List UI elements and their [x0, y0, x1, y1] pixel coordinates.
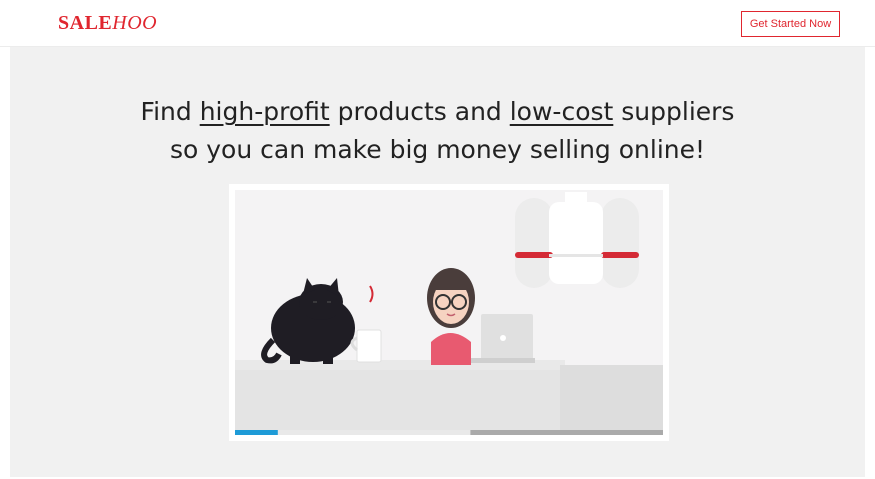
site-header: SALEHOO Get Started Now [0, 0, 875, 47]
video-frame [229, 184, 669, 441]
headline-text: products and [329, 97, 510, 126]
girl-illustration [427, 268, 475, 365]
hero-headline: Find high-profit products and low-cost s… [10, 93, 865, 169]
hero-section: Find high-profit products and low-cost s… [10, 47, 865, 477]
video-player[interactable] [235, 190, 663, 435]
headline-line-2: so you can make big money selling online… [169, 135, 706, 164]
get-started-button[interactable]: Get Started Now [741, 11, 840, 37]
logo-text-italic: HOO [112, 12, 158, 34]
salehoo-logo[interactable]: SALEHOO [58, 12, 157, 35]
video-progress-bar[interactable] [235, 430, 278, 435]
video-buffered-bar [470, 430, 663, 435]
logo-text-bold: SALE [58, 12, 113, 34]
video-animation-illustration [235, 190, 663, 435]
window-decoration [515, 192, 639, 288]
headline-highlight-high-profit: high-profit [199, 97, 330, 126]
headline-text: suppliers [613, 97, 735, 126]
headline-highlight-low-cost: low-cost [509, 97, 614, 126]
headline-text: Find [140, 97, 200, 126]
